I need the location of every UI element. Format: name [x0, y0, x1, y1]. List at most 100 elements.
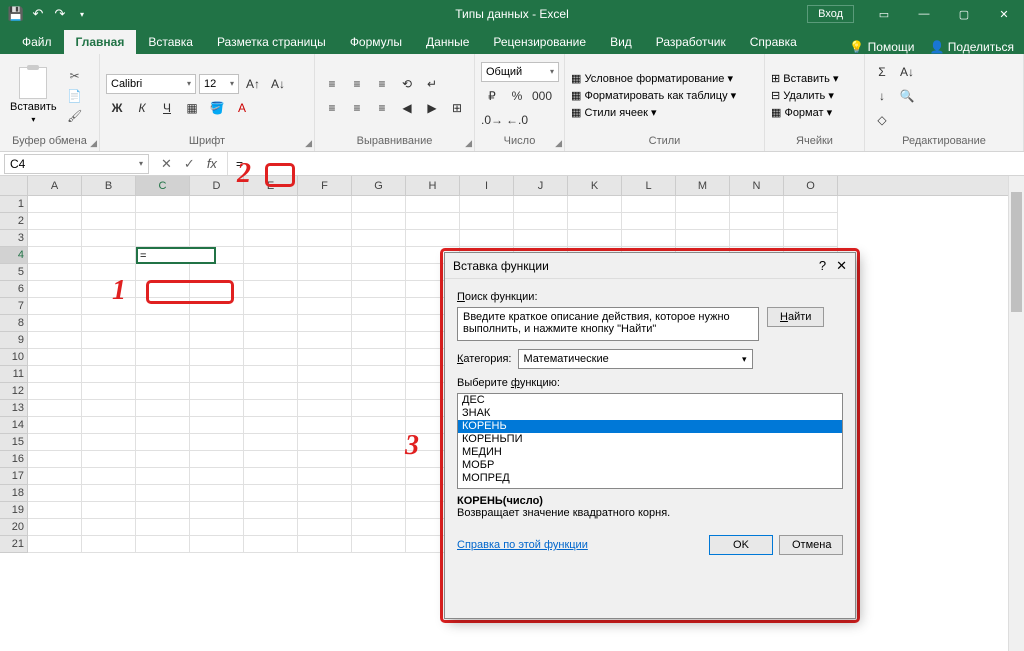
cell[interactable] — [352, 519, 406, 536]
column-header[interactable]: H — [406, 176, 460, 195]
cell[interactable] — [190, 400, 244, 417]
align-launcher-icon[interactable]: ◢ — [465, 138, 472, 149]
cell[interactable] — [82, 502, 136, 519]
cell[interactable] — [136, 383, 190, 400]
decrease-font-icon[interactable]: A↓ — [267, 74, 289, 94]
row-header[interactable]: 17 — [0, 468, 27, 485]
cell[interactable] — [352, 247, 406, 264]
tab-help[interactable]: Справка — [738, 30, 809, 54]
select-all-corner[interactable] — [0, 176, 28, 195]
cell[interactable] — [298, 196, 352, 213]
cell[interactable] — [28, 213, 82, 230]
row-header[interactable]: 8 — [0, 315, 27, 332]
cell[interactable] — [460, 230, 514, 247]
cell[interactable] — [568, 196, 622, 213]
active-cell[interactable]: = — [136, 247, 216, 264]
cell[interactable] — [82, 281, 136, 298]
clipboard-launcher-icon[interactable]: ◢ — [90, 138, 97, 149]
cell[interactable] — [298, 400, 352, 417]
cell[interactable] — [82, 332, 136, 349]
cell[interactable] — [244, 298, 298, 315]
cell[interactable] — [352, 315, 406, 332]
enter-formula-icon[interactable]: ✓ — [184, 156, 195, 172]
cell[interactable] — [352, 196, 406, 213]
align-bottom-icon[interactable]: ≡ — [371, 74, 393, 94]
cell[interactable] — [82, 298, 136, 315]
cell[interactable] — [190, 196, 244, 213]
cell[interactable] — [28, 315, 82, 332]
row-header[interactable]: 4 — [0, 247, 27, 264]
cell[interactable] — [244, 230, 298, 247]
cell[interactable] — [244, 196, 298, 213]
column-header[interactable]: J — [514, 176, 568, 195]
cell[interactable] — [298, 332, 352, 349]
cell[interactable] — [298, 213, 352, 230]
align-middle-icon[interactable]: ≡ — [346, 74, 368, 94]
cell[interactable] — [136, 298, 190, 315]
cell[interactable] — [136, 417, 190, 434]
find-icon[interactable]: 🔍 — [896, 86, 918, 106]
font-name-combo[interactable]: Calibri▾ — [106, 74, 196, 94]
cell[interactable] — [298, 366, 352, 383]
cell[interactable] — [28, 536, 82, 553]
cell[interactable] — [136, 366, 190, 383]
delete-cells-button[interactable]: ⊟ Удалить ▾ — [771, 89, 834, 102]
row-header[interactable]: 1 — [0, 196, 27, 213]
cell[interactable] — [82, 536, 136, 553]
orientation-icon[interactable]: ⟲ — [396, 74, 418, 94]
function-list-item[interactable]: КОРЕНЬ — [458, 420, 842, 433]
cell[interactable] — [190, 485, 244, 502]
cell[interactable] — [136, 196, 190, 213]
cell[interactable] — [82, 349, 136, 366]
cell[interactable] — [568, 213, 622, 230]
cell[interactable] — [190, 383, 244, 400]
format-as-table-button[interactable]: ▦ Форматировать как таблицу ▾ — [571, 89, 736, 102]
cell[interactable] — [28, 417, 82, 434]
cell[interactable] — [352, 264, 406, 281]
cell[interactable] — [190, 315, 244, 332]
row-header[interactable]: 12 — [0, 383, 27, 400]
cell[interactable] — [352, 502, 406, 519]
cell[interactable] — [136, 485, 190, 502]
cell[interactable] — [190, 451, 244, 468]
cell[interactable] — [676, 196, 730, 213]
clear-icon[interactable]: ◇ — [871, 110, 893, 130]
cell[interactable] — [136, 536, 190, 553]
tab-file[interactable]: Файл — [10, 30, 64, 54]
cell[interactable] — [622, 196, 676, 213]
bold-button[interactable]: Ж — [106, 98, 128, 118]
cell[interactable] — [298, 230, 352, 247]
row-header[interactable]: 2 — [0, 213, 27, 230]
tab-page-layout[interactable]: Разметка страницы — [205, 30, 338, 54]
decrease-indent-icon[interactable]: ◀ — [396, 98, 418, 118]
cell[interactable] — [28, 230, 82, 247]
tell-me[interactable]: 💡 Помощи — [849, 40, 914, 54]
insert-cells-button[interactable]: ⊞ Вставить ▾ — [771, 72, 839, 85]
cell[interactable] — [406, 196, 460, 213]
cell[interactable] — [82, 230, 136, 247]
cell[interactable] — [460, 213, 514, 230]
cell[interactable] — [82, 400, 136, 417]
function-list-item[interactable]: КОРЕНЬПИ — [458, 433, 842, 446]
cell[interactable] — [190, 366, 244, 383]
cell[interactable] — [82, 247, 136, 264]
cell[interactable] — [244, 281, 298, 298]
tab-data[interactable]: Данные — [414, 30, 481, 54]
function-list-item[interactable]: МОБР — [458, 459, 842, 472]
cell[interactable] — [514, 230, 568, 247]
cell[interactable] — [352, 349, 406, 366]
cell[interactable] — [244, 502, 298, 519]
cell[interactable] — [28, 400, 82, 417]
cell[interactable] — [784, 196, 838, 213]
column-header[interactable]: O — [784, 176, 838, 195]
row-header[interactable]: 20 — [0, 519, 27, 536]
decrease-decimal-icon[interactable]: ←.0 — [506, 110, 528, 130]
ok-button[interactable]: OK — [709, 535, 773, 555]
increase-indent-icon[interactable]: ▶ — [421, 98, 443, 118]
cell[interactable] — [190, 349, 244, 366]
cell[interactable] — [352, 434, 406, 451]
row-header[interactable]: 19 — [0, 502, 27, 519]
merge-icon[interactable]: ⊞ — [446, 98, 468, 118]
cell[interactable] — [298, 502, 352, 519]
qat-customize-icon[interactable]: ▾ — [74, 6, 90, 22]
